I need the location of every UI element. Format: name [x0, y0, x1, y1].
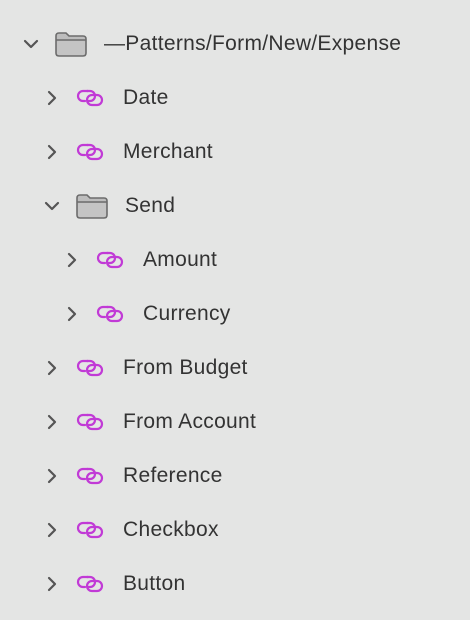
tree-row-label: Merchant [123, 140, 213, 163]
link-icon [75, 517, 107, 543]
tree-row-button[interactable]: Button [0, 557, 470, 611]
chevron-down-icon[interactable] [43, 197, 61, 215]
folder-icon [75, 193, 109, 219]
chevron-right-icon[interactable] [43, 89, 61, 107]
chevron-right-icon[interactable] [43, 143, 61, 161]
tree-row-date[interactable]: Date [0, 71, 470, 125]
chevron-right-icon[interactable] [43, 413, 61, 431]
tree-row-checkbox[interactable]: Checkbox [0, 503, 470, 557]
folder-icon [54, 31, 88, 57]
tree-row-from-budget[interactable]: From Budget [0, 341, 470, 395]
tree-row-root[interactable]: —Patterns/Form/New/Expense [0, 17, 470, 71]
chevron-right-icon[interactable] [43, 575, 61, 593]
link-icon [95, 301, 127, 327]
tree-row-send[interactable]: Send [0, 179, 470, 233]
chevron-right-icon[interactable] [63, 305, 81, 323]
tree-row-amount[interactable]: Amount [0, 233, 470, 287]
link-icon [75, 355, 107, 381]
tree-row-label: Checkbox [123, 518, 219, 541]
tree-row-label: From Budget [123, 356, 248, 379]
link-icon [75, 139, 107, 165]
tree-row-merchant[interactable]: Merchant [0, 125, 470, 179]
tree-row-label: Button [123, 572, 186, 595]
tree-row-label: —Patterns/Form/New/Expense [104, 32, 402, 55]
tree-row-label: From Account [123, 410, 257, 433]
tree-row-label: Date [123, 86, 169, 109]
tree-row-currency[interactable]: Currency [0, 287, 470, 341]
tree-row-from-account[interactable]: From Account [0, 395, 470, 449]
tree-row-label: Reference [123, 464, 223, 487]
link-icon [75, 85, 107, 111]
link-icon [75, 571, 107, 597]
link-icon [95, 247, 127, 273]
chevron-right-icon[interactable] [43, 359, 61, 377]
chevron-down-icon[interactable] [22, 35, 40, 53]
tree-row-reference[interactable]: Reference [0, 449, 470, 503]
chevron-right-icon[interactable] [63, 251, 81, 269]
chevron-right-icon[interactable] [43, 467, 61, 485]
layer-tree: —Patterns/Form/New/Expense Date Merchant… [0, 0, 470, 620]
link-icon [75, 409, 107, 435]
tree-row-label: Send [125, 194, 176, 217]
link-icon [75, 463, 107, 489]
chevron-right-icon[interactable] [43, 521, 61, 539]
tree-row-label: Amount [143, 248, 218, 271]
tree-row-label: Currency [143, 302, 231, 325]
